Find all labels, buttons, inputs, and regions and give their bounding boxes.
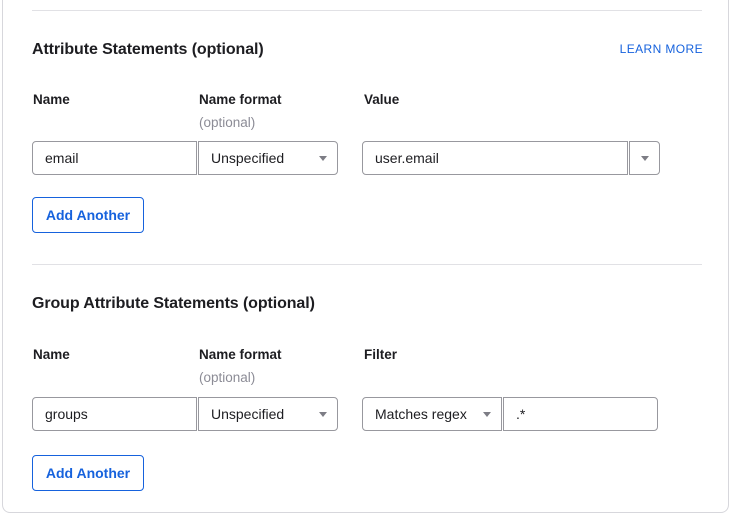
- group-attribute-statements-title: Group Attribute Statements (optional): [32, 295, 315, 313]
- saml-settings-panel: Attribute Statements (optional) LEARN MO…: [0, 0, 737, 530]
- chevron-down-icon: [641, 156, 649, 161]
- learn-more-link[interactable]: LEARN MORE: [620, 42, 703, 56]
- optional-note: (optional): [199, 115, 255, 130]
- add-another-button[interactable]: Add Another: [32, 197, 144, 233]
- chevron-down-icon: [319, 156, 327, 161]
- section-divider-top: [32, 10, 702, 11]
- settings-card: [2, 0, 729, 513]
- group-name-format-select[interactable]: Unspecified: [198, 397, 338, 431]
- attr-value-input[interactable]: [362, 141, 628, 175]
- attr-name-input[interactable]: [32, 141, 197, 175]
- column-header-name-format: Name format: [199, 347, 282, 362]
- add-another-button[interactable]: Add Another: [32, 455, 144, 491]
- group-name-input[interactable]: [32, 397, 197, 431]
- column-header-name: Name: [33, 347, 70, 362]
- attr-name-format-select[interactable]: Unspecified: [198, 141, 338, 175]
- chevron-down-icon: [483, 412, 491, 417]
- attr-value-dropdown-button[interactable]: [629, 141, 660, 175]
- column-header-name-format: Name format: [199, 92, 282, 107]
- chevron-down-icon: [319, 412, 327, 417]
- group-name-format-value: Unspecified: [211, 406, 284, 422]
- section-divider-middle: [32, 264, 702, 265]
- attribute-statements-title: Attribute Statements (optional): [32, 41, 264, 59]
- attr-name-format-value: Unspecified: [211, 150, 284, 166]
- group-filter-value-input[interactable]: [503, 397, 658, 431]
- group-filter-select[interactable]: Matches regex: [362, 397, 502, 431]
- column-header-name: Name: [33, 92, 70, 107]
- column-header-value: Value: [364, 92, 399, 107]
- group-filter-value: Matches regex: [375, 406, 467, 422]
- column-header-filter: Filter: [364, 347, 397, 362]
- optional-note: (optional): [199, 370, 255, 385]
